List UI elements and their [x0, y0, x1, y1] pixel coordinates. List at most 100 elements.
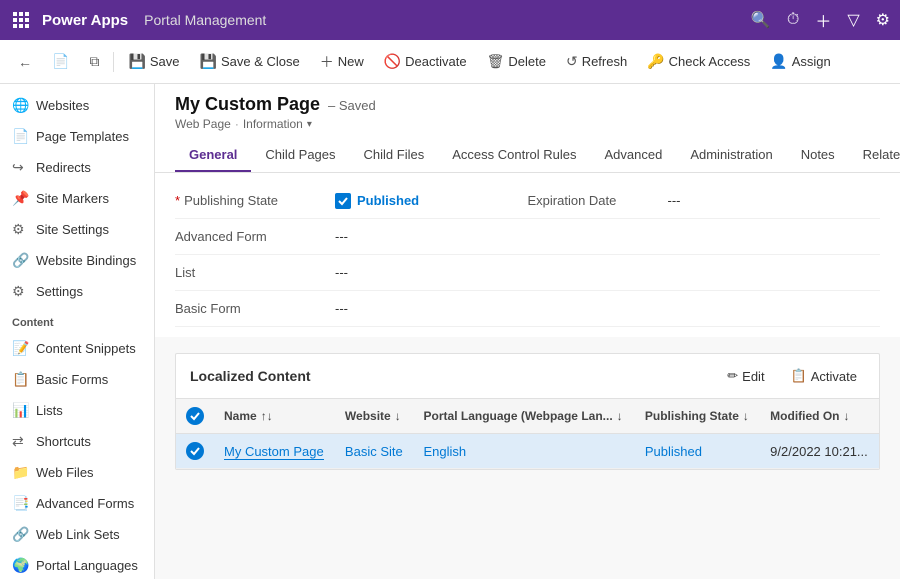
- publishing-state-column-header[interactable]: Publishing State↓: [635, 399, 760, 434]
- website-column-header[interactable]: Website↓: [335, 399, 414, 434]
- tab-child-files[interactable]: Child Files: [350, 139, 439, 172]
- localized-content-section: Localized Content ✏ Edit 📋 Activate: [175, 353, 880, 470]
- lists-icon: 📊: [12, 402, 28, 419]
- web-files-icon: 📁: [12, 464, 28, 481]
- advanced-form-label: Advanced Form: [175, 229, 335, 244]
- tab-general[interactable]: General: [175, 139, 251, 172]
- app-name: Power Apps: [42, 12, 128, 29]
- modified-on-column-header[interactable]: Modified On↓: [760, 399, 879, 434]
- row-name-link[interactable]: My Custom Page: [224, 444, 324, 460]
- sidebar-item-site-settings[interactable]: ⚙ Site Settings: [0, 214, 154, 245]
- basic-forms-icon: 📋: [12, 371, 28, 388]
- record-subtitle: Web Page · Information ▾: [175, 117, 880, 131]
- tab-administration[interactable]: Administration: [676, 139, 786, 172]
- refresh-icon: ↺: [566, 53, 578, 70]
- save-button[interactable]: 💾 Save: [120, 48, 187, 75]
- refresh-button[interactable]: ↺ Refresh: [558, 48, 635, 75]
- edit-button[interactable]: ✏ Edit: [719, 364, 772, 388]
- sidebar-item-web-link-sets[interactable]: 🔗 Web Link Sets: [0, 519, 154, 550]
- select-all-checkbox[interactable]: [186, 407, 204, 425]
- localized-table-container: Name↑↓ Website↓ Portal Language (Webpage…: [176, 399, 879, 469]
- name-sort-icon: ↑↓: [261, 409, 273, 423]
- save-close-button[interactable]: 💾 Save & Close: [192, 48, 308, 75]
- chevron-down-icon[interactable]: ▾: [307, 119, 312, 130]
- back-icon: ←: [18, 54, 32, 70]
- record-title: My Custom Page: [175, 94, 320, 115]
- row-publishing-state-link[interactable]: Published: [645, 444, 702, 459]
- row-name-cell[interactable]: My Custom Page: [214, 434, 335, 469]
- sidebar-item-basic-forms[interactable]: 📋 Basic Forms: [0, 364, 154, 395]
- check-access-button[interactable]: 🔑 Check Access: [639, 48, 758, 75]
- new-button[interactable]: ＋ New: [312, 47, 372, 77]
- record-type: Web Page: [175, 117, 231, 131]
- sidebar-item-web-files[interactable]: 📁 Web Files: [0, 457, 154, 488]
- deactivate-icon: 🚫: [384, 53, 401, 70]
- settings-sidebar-icon: ⚙: [12, 283, 28, 300]
- plus-icon[interactable]: ＋: [815, 8, 831, 32]
- website-bindings-icon: 🔗: [12, 252, 28, 269]
- name-column-header[interactable]: Name↑↓: [214, 399, 335, 434]
- select-all-header[interactable]: [176, 399, 214, 434]
- tab-access-control-rules[interactable]: Access Control Rules: [438, 139, 590, 172]
- back-button[interactable]: ←: [10, 49, 40, 75]
- activate-button[interactable]: 📋 Activate: [783, 364, 865, 388]
- basic-form-label: Basic Form: [175, 301, 335, 316]
- website-sort-icon: ↓: [395, 409, 401, 423]
- sidebar-item-lists[interactable]: 📊 Lists: [0, 395, 154, 426]
- filter-icon[interactable]: ▽: [847, 10, 859, 30]
- publishing-state-label: *Publishing State: [175, 193, 335, 208]
- web-link-sets-icon: 🔗: [12, 526, 28, 543]
- sidebar-item-page-templates[interactable]: 📄 Page Templates: [0, 121, 154, 152]
- shortcuts-icon: ⇄: [12, 433, 28, 450]
- record-header: My Custom Page – Saved Web Page · Inform…: [155, 84, 900, 173]
- row-publishing-state-cell[interactable]: Published: [635, 434, 760, 469]
- search-icon[interactable]: 🔍: [751, 10, 771, 30]
- edit-icon: ✏: [727, 368, 738, 384]
- window-icon: ⧉: [89, 53, 99, 70]
- deactivate-button[interactable]: 🚫 Deactivate: [376, 48, 475, 75]
- page-view-button[interactable]: 📄: [44, 48, 77, 75]
- content-section-label: Content: [0, 307, 154, 333]
- row-checkbox[interactable]: [186, 442, 204, 460]
- tab-advanced[interactable]: Advanced: [591, 139, 677, 172]
- tab-child-pages[interactable]: Child Pages: [251, 139, 349, 172]
- publishing-state-row: *Publishing State Published Expiration D…: [175, 183, 880, 219]
- row-website-link[interactable]: Basic Site: [345, 444, 403, 459]
- form-section: *Publishing State Published Expiration D…: [175, 173, 880, 337]
- delete-button[interactable]: 🗑 Delete: [479, 48, 554, 75]
- sidebar-item-settings[interactable]: ⚙ Settings: [0, 276, 154, 307]
- page-templates-icon: 📄: [12, 128, 28, 145]
- settings-icon[interactable]: ⚙: [876, 10, 890, 30]
- basic-form-row: Basic Form ---: [175, 291, 880, 327]
- activate-icon: 📋: [791, 368, 807, 384]
- basic-form-value: ---: [335, 301, 348, 316]
- sidebar-item-advanced-forms[interactable]: 📑 Advanced Forms: [0, 488, 154, 519]
- row-language-cell[interactable]: English: [414, 434, 635, 469]
- tab-related[interactable]: Related: [849, 139, 900, 172]
- sidebar-item-site-markers[interactable]: 📌 Site Markers: [0, 183, 154, 214]
- page-icon: 📄: [52, 53, 69, 70]
- list-value: ---: [335, 265, 348, 280]
- sidebar-item-content-snippets[interactable]: 📝 Content Snippets: [0, 333, 154, 364]
- sidebar-item-redirects[interactable]: ↪ Redirects: [0, 152, 154, 183]
- check-access-icon: 🔑: [647, 53, 664, 70]
- commandbar: ← 📄 ⧉ 💾 Save 💾 Save & Close ＋ New 🚫 Deac…: [0, 40, 900, 84]
- tab-bar: General Child Pages Child Files Access C…: [175, 139, 880, 172]
- record-view: Information: [243, 117, 303, 131]
- assign-button[interactable]: 👤 Assign: [762, 48, 838, 75]
- portal-language-column-header[interactable]: Portal Language (Webpage Lan...↓: [414, 399, 635, 434]
- row-checkbox-cell[interactable]: [176, 434, 214, 469]
- sidebar-item-shortcuts[interactable]: ⇄ Shortcuts: [0, 426, 154, 457]
- content-area: My Custom Page – Saved Web Page · Inform…: [155, 84, 900, 579]
- expiration-date-value: ---: [668, 193, 681, 208]
- tab-notes[interactable]: Notes: [787, 139, 849, 172]
- row-language-link[interactable]: English: [424, 444, 467, 459]
- sidebar-item-portal-languages[interactable]: 🌍 Portal Languages: [0, 550, 154, 579]
- sidebar-item-websites[interactable]: 🌐 Websites: [0, 90, 154, 121]
- time-icon[interactable]: ⏱: [787, 11, 799, 29]
- window-button[interactable]: ⧉: [81, 48, 107, 75]
- main-layout: 🌐 Websites 📄 Page Templates ↪ Redirects …: [0, 84, 900, 579]
- sidebar-item-website-bindings[interactable]: 🔗 Website Bindings: [0, 245, 154, 276]
- grid-icon[interactable]: [10, 9, 32, 31]
- row-website-cell[interactable]: Basic Site: [335, 434, 414, 469]
